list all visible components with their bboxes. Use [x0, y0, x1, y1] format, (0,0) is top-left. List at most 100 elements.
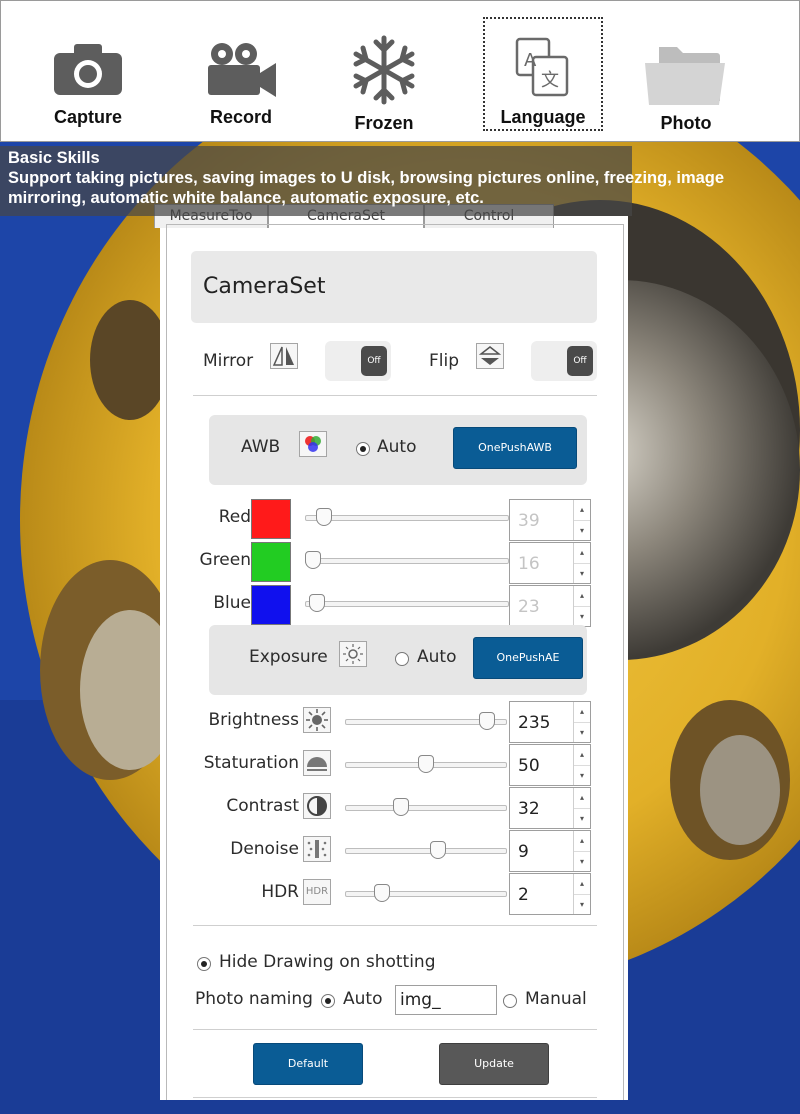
photo-button[interactable]: Photo — [621, 15, 751, 135]
one-push-awb-button[interactable]: OnePushAWB — [453, 427, 577, 469]
green-swatch — [251, 542, 291, 582]
spin-down-icon[interactable]: ▾ — [574, 894, 590, 914]
denoise-spinbox-value: 9 — [518, 842, 529, 862]
divider — [193, 1097, 597, 1098]
denoise-slider-thumb[interactable] — [429, 841, 446, 859]
folder-icon — [645, 47, 725, 105]
svg-text:A: A — [524, 50, 537, 71]
mirror-toggle[interactable]: Off — [325, 341, 391, 381]
red-spinbox[interactable]: 39 ▴ ▾ — [509, 499, 591, 541]
denoise-spinbox-arrows[interactable]: ▴ ▾ — [573, 831, 590, 871]
staturation-label: Staturation — [203, 753, 299, 773]
default-button[interactable]: Default — [253, 1043, 363, 1085]
photo-name-input[interactable]: img_ — [395, 985, 497, 1015]
hdr-spinbox[interactable]: 2 ▴ ▾ — [509, 873, 591, 915]
flip-toggle[interactable]: Off — [531, 341, 597, 381]
contrast-spinbox-value: 32 — [518, 799, 540, 819]
hide-drawing-radio[interactable] — [197, 957, 211, 971]
green-spinbox-arrows[interactable]: ▴ ▾ — [573, 543, 590, 583]
brightness-spinbox[interactable]: 235 ▴ ▾ — [509, 701, 591, 743]
contrast-spinbox[interactable]: 32 ▴ ▾ — [509, 787, 591, 829]
blue-slider-thumb[interactable] — [308, 594, 325, 612]
spin-down-icon[interactable]: ▾ — [574, 808, 590, 828]
blue-spinbox-value: 23 — [518, 597, 540, 617]
spin-up-icon[interactable]: ▴ — [574, 702, 590, 722]
photo-label: Photo — [660, 113, 712, 133]
frozen-label: Frozen — [354, 113, 414, 133]
red-spinbox-arrows[interactable]: ▴ ▾ — [573, 500, 590, 540]
spin-up-icon[interactable]: ▴ — [574, 874, 590, 894]
camera-settings-panel: MeasureToo CameraSet Control CameraSet M… — [154, 204, 628, 1100]
spin-up-icon[interactable]: ▴ — [574, 831, 590, 851]
flip-toggle-state: Off — [567, 346, 593, 376]
panel-content: CameraSet Mirror Off Flip Off AWB Auto O… — [166, 224, 624, 1100]
one-push-ae-button[interactable]: OnePushAE — [473, 637, 583, 679]
green-slider-thumb[interactable] — [305, 551, 321, 569]
spin-down-icon[interactable]: ▾ — [574, 520, 590, 540]
spin-up-icon[interactable]: ▴ — [574, 788, 590, 808]
video-camera-icon — [208, 43, 276, 97]
red-slider-thumb[interactable] — [316, 508, 333, 526]
divider — [193, 1029, 597, 1030]
photo-naming-manual-radio[interactable] — [503, 994, 517, 1008]
photo-naming-manual-label: Manual — [525, 989, 587, 1009]
contrast-spinbox-arrows[interactable]: ▴ ▾ — [573, 788, 590, 828]
hdr-slider-thumb[interactable] — [374, 884, 391, 902]
update-button[interactable]: Update — [439, 1043, 549, 1085]
red-spinbox-value: 39 — [518, 511, 540, 531]
brightness-slider-thumb[interactable] — [479, 712, 496, 730]
hdr-icon-text: HDR — [305, 886, 329, 897]
hdr-icon: HDR — [303, 879, 331, 905]
hdr-slider[interactable] — [345, 891, 507, 897]
spin-up-icon[interactable]: ▴ — [574, 543, 590, 563]
banner-description: Support taking pictures, saving images t… — [8, 169, 725, 207]
blue-slider[interactable] — [305, 601, 509, 607]
staturation-spinbox-arrows[interactable]: ▴ ▾ — [573, 745, 590, 785]
exposure-label: Exposure — [249, 647, 328, 667]
spin-down-icon[interactable]: ▾ — [574, 851, 590, 871]
spin-up-icon[interactable]: ▴ — [574, 500, 590, 520]
record-button[interactable]: Record — [176, 15, 306, 135]
spin-up-icon[interactable]: ▴ — [574, 586, 590, 606]
saturation-icon — [303, 750, 331, 776]
photo-naming-auto-label: Auto — [343, 989, 383, 1009]
brightness-icon — [303, 707, 331, 733]
denoise-label: Denoise — [230, 839, 299, 859]
denoise-spinbox[interactable]: 9 ▴ ▾ — [509, 830, 591, 872]
spin-down-icon[interactable]: ▾ — [574, 606, 590, 626]
description-text: Basic Skills Support taking pictures, sa… — [8, 148, 788, 208]
awb-auto-radio[interactable] — [356, 442, 370, 456]
exposure-auto-radio[interactable] — [395, 652, 409, 666]
frozen-button[interactable]: Frozen — [319, 15, 449, 135]
hdr-spinbox-value: 2 — [518, 885, 529, 905]
denoise-slider[interactable] — [345, 848, 507, 854]
brightness-spinbox-value: 235 — [518, 713, 551, 733]
contrast-slider-thumb[interactable] — [393, 798, 410, 816]
red-swatch — [251, 499, 291, 539]
hdr-spinbox-arrows[interactable]: ▴ ▾ — [573, 874, 590, 914]
photo-naming-auto-radio[interactable] — [321, 994, 335, 1008]
flip-label: Flip — [429, 351, 460, 371]
contrast-slider[interactable] — [345, 805, 507, 811]
staturation-spinbox[interactable]: 50 ▴ ▾ — [509, 744, 591, 786]
red-slider[interactable] — [305, 515, 509, 521]
capture-button[interactable]: Capture — [23, 15, 153, 135]
language-button[interactable]: A 文 Language — [483, 17, 603, 131]
exposure-group: Exposure Auto OnePushAE — [209, 625, 587, 695]
exposure-icon — [339, 641, 367, 667]
green-slider[interactable] — [305, 558, 509, 564]
divider — [193, 925, 597, 926]
green-label: Green — [199, 550, 251, 570]
staturation-slider-thumb[interactable] — [418, 755, 434, 773]
contrast-icon — [303, 793, 331, 819]
brightness-spinbox-arrows[interactable]: ▴ ▾ — [573, 702, 590, 742]
spin-up-icon[interactable]: ▴ — [574, 745, 590, 765]
mirror-toggle-state: Off — [361, 346, 387, 376]
blue-spinbox-arrows[interactable]: ▴ ▾ — [573, 586, 590, 626]
green-spinbox[interactable]: 16 ▴ ▾ — [509, 542, 591, 584]
spin-down-icon[interactable]: ▾ — [574, 765, 590, 785]
spin-down-icon[interactable]: ▾ — [574, 722, 590, 742]
blue-spinbox[interactable]: 23 ▴ ▾ — [509, 585, 591, 627]
top-toolbar: Capture Record Frozen A 文 Language Photo — [0, 0, 800, 142]
spin-down-icon[interactable]: ▾ — [574, 563, 590, 583]
